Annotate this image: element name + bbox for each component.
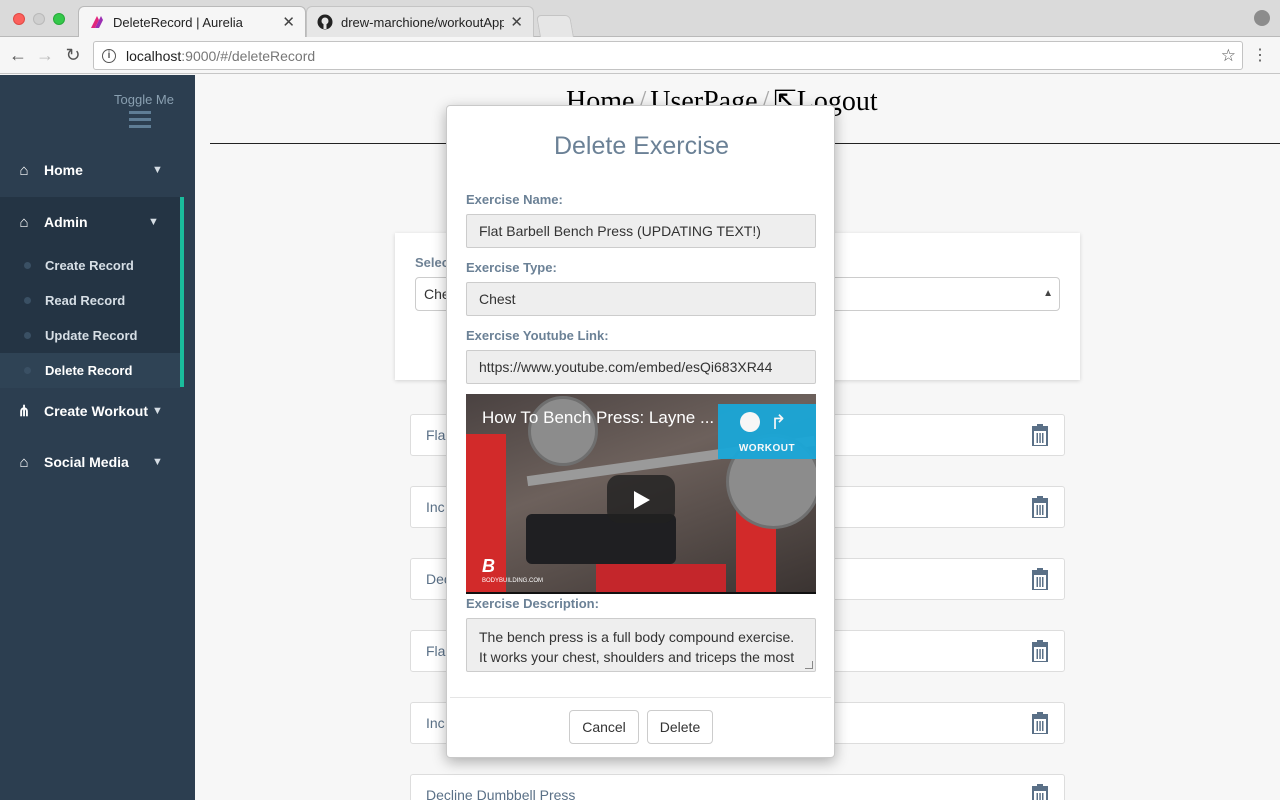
trash-icon[interactable] xyxy=(1030,784,1050,800)
subitem-label: Read Record xyxy=(45,293,126,308)
tab-title: drew-marchione/workoutApp xyxy=(341,14,505,30)
trash-icon[interactable] xyxy=(1030,712,1050,734)
sidebar-item-create-workout[interactable]: ⋔ Create Workout ▼ xyxy=(0,386,195,436)
new-tab-button[interactable] xyxy=(536,15,574,37)
tab-github[interactable]: drew-marchione/workoutApp ✕ xyxy=(306,6,534,37)
clock-icon xyxy=(740,412,760,432)
trash-icon[interactable] xyxy=(1030,496,1050,518)
exercise-row-name: Inc xyxy=(426,715,445,731)
exercise-link-field[interactable]: https://www.youtube.com/embed/esQi683XR4… xyxy=(466,350,816,384)
sidebar-item-admin[interactable]: ⌂ Admin ▼ xyxy=(0,197,195,247)
exercise-type-label: Exercise Type: xyxy=(466,260,557,275)
sidebar-item-label: Admin xyxy=(44,214,88,230)
github-icon xyxy=(317,14,333,30)
exercise-row[interactable]: Decline Dumbbell Press xyxy=(410,774,1065,800)
exercise-type-field[interactable]: Chest xyxy=(466,282,816,316)
delete-exercise-modal: Delete Exercise Exercise Name: Flat Barb… xyxy=(446,105,835,758)
chevron-down-icon: ▼ xyxy=(148,216,159,228)
modal-title: Delete Exercise xyxy=(553,132,730,160)
close-window-button[interactable] xyxy=(13,13,25,25)
trash-icon[interactable] xyxy=(1030,640,1050,662)
bodybuilding-logo-text: BODYBUILDING.COM xyxy=(482,578,544,584)
exercise-row-name: Inc xyxy=(426,499,445,515)
tab-title: DeleteRecord | Aurelia xyxy=(113,14,243,30)
share-icon: ↱ xyxy=(770,412,787,434)
profile-icon[interactable] xyxy=(1254,10,1270,26)
aurelia-icon xyxy=(91,16,103,28)
admin-section: ⌂ Admin ▼ Create Record Read Record Upda… xyxy=(0,197,184,388)
play-button[interactable] xyxy=(607,475,675,523)
home-icon: ⌂ xyxy=(19,453,29,471)
exercise-description-label: Exercise Description: xyxy=(466,596,599,611)
play-icon xyxy=(634,491,650,509)
bench-frame xyxy=(596,564,726,592)
home-icon: ⌂ xyxy=(19,213,29,231)
modal-footer-divider xyxy=(450,697,831,698)
subitem-label: Delete Record xyxy=(45,363,133,378)
bodybuilding-logo: B xyxy=(482,556,495,576)
exercise-link-label: Exercise Youtube Link: xyxy=(466,328,609,343)
sitemap-icon: ⋔ xyxy=(17,403,31,420)
close-tab-icon[interactable]: ✕ xyxy=(510,13,523,31)
url-host: localhost xyxy=(126,47,182,64)
sidebar-subitem-read-record[interactable]: Read Record xyxy=(0,283,180,318)
exercise-name-field[interactable]: Flat Barbell Bench Press (UPDATING TEXT!… xyxy=(466,214,816,248)
bookmark-star-icon[interactable]: ☆ xyxy=(1221,46,1236,66)
trash-icon[interactable] xyxy=(1030,424,1050,446)
close-tab-icon[interactable]: ✕ xyxy=(282,13,295,31)
subitem-label: Update Record xyxy=(45,328,138,343)
maximize-window-button[interactable] xyxy=(53,13,65,25)
home-icon: ⌂ xyxy=(19,161,29,179)
exercise-row-name: Fla xyxy=(426,427,446,443)
sidebar-subitem-create-record[interactable]: Create Record xyxy=(0,248,180,283)
video-title[interactable]: How To Bench Press: Layne ... xyxy=(482,408,714,428)
sidebar-item-label: Social Media xyxy=(44,454,129,470)
sidebar-item-label: Create Workout xyxy=(44,403,148,419)
sidebar-subitem-update-record[interactable]: Update Record xyxy=(0,318,180,353)
address-bar[interactable]: i localhost:9000/#/deleteRecord ☆ xyxy=(93,41,1243,70)
chevron-down-icon: ▼ xyxy=(152,456,163,468)
trash-icon[interactable] xyxy=(1030,568,1050,590)
hamburger-icon[interactable] xyxy=(129,111,151,132)
cancel-button[interactable]: Cancel xyxy=(569,710,639,744)
exercise-row-name: Decline Dumbbell Press xyxy=(426,787,576,800)
minimize-window-button[interactable] xyxy=(33,13,45,25)
browser-menu-icon[interactable]: ⋮ xyxy=(1252,45,1268,65)
delete-button[interactable]: Delete xyxy=(647,710,713,744)
chevron-down-icon: ▼ xyxy=(152,164,163,176)
weight-plate xyxy=(528,396,598,466)
tab-deleterecord[interactable]: DeleteRecord | Aurelia ✕ xyxy=(78,6,306,37)
forward-icon[interactable]: → xyxy=(35,45,55,65)
chevron-down-icon: ▼ xyxy=(152,405,163,417)
watch-later-label: WORKOUT xyxy=(738,443,796,454)
bullet-icon xyxy=(24,262,31,269)
subitem-label: Create Record xyxy=(45,258,134,273)
info-icon[interactable]: i xyxy=(102,48,116,63)
sidebar-item-social-media[interactable]: ⌂ Social Media ▼ xyxy=(0,437,195,487)
exercise-description-field[interactable]: The bench press is a full body compound … xyxy=(466,618,816,672)
sidebar-subitem-delete-record[interactable]: Delete Record xyxy=(0,353,180,388)
sidebar-item-home[interactable]: ⌂ Home ▼ xyxy=(0,145,195,195)
browser-toolbar: ← → ↻ i localhost:9000/#/deleteRecord ☆ … xyxy=(0,37,1280,74)
sidebar-toggle-label[interactable]: Toggle Me xyxy=(114,92,174,107)
url-path: :9000/#/deleteRecord xyxy=(181,47,316,64)
back-icon[interactable]: ← xyxy=(8,45,28,65)
sidebar-item-label: Home xyxy=(44,162,83,178)
exercise-row-name: Fla xyxy=(426,643,446,659)
select-label: Selec xyxy=(415,255,449,270)
bullet-icon xyxy=(24,297,31,304)
watch-later-badge[interactable]: ↱ WORKOUT xyxy=(718,404,816,459)
youtube-video-embed[interactable]: How To Bench Press: Layne ... ↱ WORKOUT … xyxy=(466,394,816,594)
resize-grip-icon[interactable] xyxy=(805,661,813,669)
bullet-icon xyxy=(24,367,31,374)
exercise-name-label: Exercise Name: xyxy=(466,192,563,207)
select-arrows-icon: ▲ xyxy=(1043,288,1053,299)
browser-tabstrip: DeleteRecord | Aurelia ✕ drew-marchione/… xyxy=(0,0,1280,37)
bullet-icon xyxy=(24,332,31,339)
sidebar: Toggle Me ⌂ Home ▼ ⌂ Admin ▼ Create Reco… xyxy=(0,75,195,800)
reload-icon[interactable]: ↻ xyxy=(63,45,83,65)
description-text: The bench press is a full body compound … xyxy=(479,629,795,671)
